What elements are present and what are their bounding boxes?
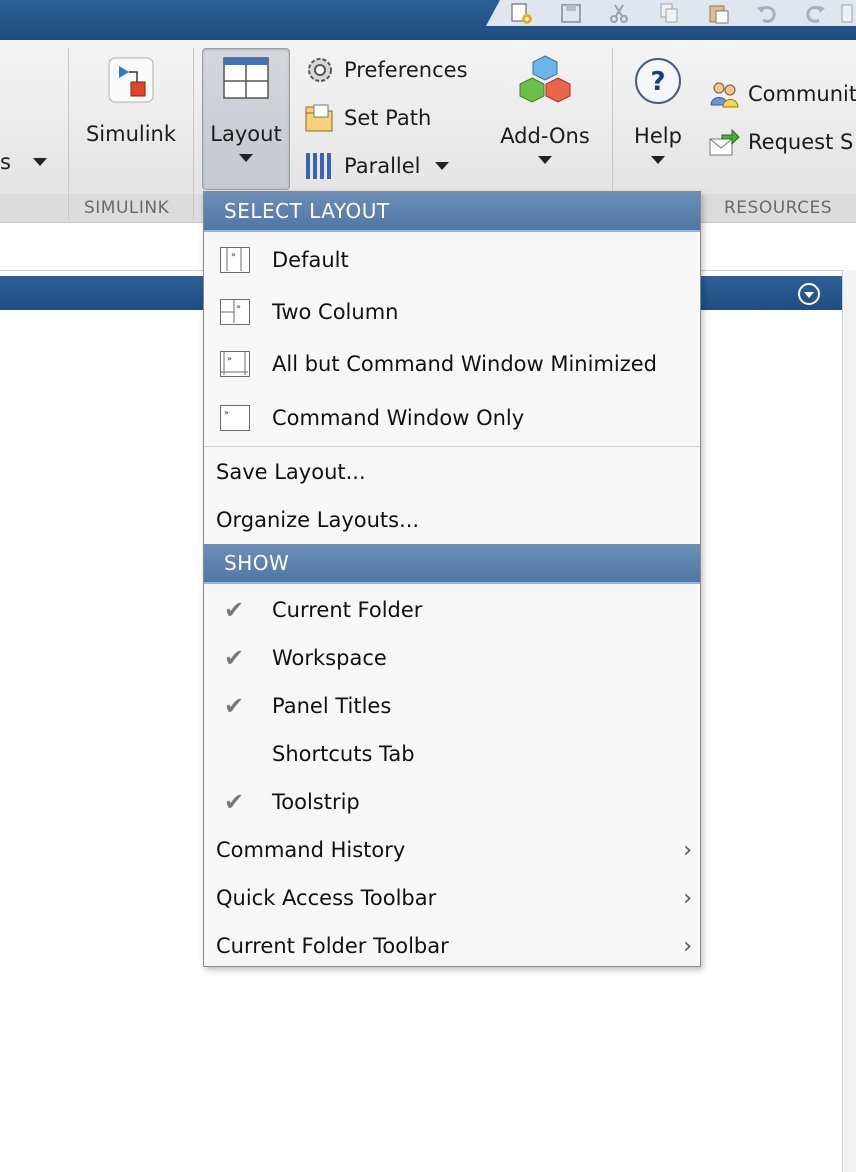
chevron-down-icon bbox=[651, 156, 665, 164]
simulink-icon bbox=[108, 57, 154, 103]
request-support-icon bbox=[708, 126, 740, 158]
submenu-label: Current Folder Toolbar bbox=[216, 934, 449, 958]
svg-text:?: ? bbox=[650, 67, 665, 97]
layout-option-default[interactable]: » Default bbox=[204, 236, 700, 284]
svg-text:»: » bbox=[224, 408, 229, 417]
svg-text:»: » bbox=[227, 354, 232, 363]
svg-text:»: » bbox=[236, 302, 241, 311]
help-icon: ? bbox=[635, 58, 681, 104]
chevron-right-icon: › bbox=[683, 837, 692, 863]
layout-option-label: Default bbox=[272, 248, 349, 272]
separator bbox=[193, 48, 194, 220]
current-folder-toolbar-submenu[interactable]: Current Folder Toolbar › bbox=[204, 922, 700, 970]
show-item-label: Current Folder bbox=[272, 598, 423, 622]
layout-option-label: All but Command Window Minimized bbox=[272, 352, 658, 376]
chevron-right-icon: › bbox=[683, 885, 692, 911]
community-button[interactable]: Communit bbox=[708, 78, 856, 110]
gear-icon bbox=[304, 54, 336, 86]
show-item-toolstrip[interactable]: ✔ Toolstrip bbox=[204, 778, 700, 826]
separator bbox=[68, 48, 69, 220]
switch-icon[interactable] bbox=[836, 1, 856, 25]
cut-icon[interactable] bbox=[606, 1, 632, 25]
add-ons-button[interactable]: Add-Ons bbox=[490, 54, 600, 164]
layout-two-column-icon: » bbox=[220, 299, 250, 325]
add-ons-icon bbox=[519, 55, 571, 103]
command-history-submenu[interactable]: Command History › bbox=[204, 826, 700, 874]
check-icon: ✔ bbox=[224, 788, 245, 816]
svg-text:»: » bbox=[231, 250, 236, 259]
show-item-label: Toolstrip bbox=[272, 790, 360, 814]
menu-divider bbox=[204, 446, 700, 447]
copy-icon[interactable] bbox=[656, 1, 682, 25]
community-label: Communit bbox=[748, 82, 856, 106]
redo-icon[interactable] bbox=[802, 1, 828, 25]
layout-button[interactable]: Layout bbox=[202, 56, 290, 162]
save-icon[interactable] bbox=[558, 1, 584, 25]
set-path-label: Set Path bbox=[344, 106, 432, 130]
layout-option-label: Two Column bbox=[272, 300, 399, 324]
resources-section-label: RESOURCES bbox=[724, 198, 833, 218]
chevron-down-icon bbox=[434, 162, 449, 170]
save-layout-item[interactable]: Save Layout... bbox=[204, 448, 700, 496]
layout-option-command-window-only[interactable]: » Command Window Only bbox=[204, 394, 700, 442]
chevron-down-icon bbox=[32, 158, 47, 166]
simulink-section-label: SIMULINK bbox=[84, 198, 170, 218]
submenu-label: Quick Access Toolbar bbox=[216, 886, 437, 910]
save-layout-label: Save Layout... bbox=[216, 460, 366, 484]
show-item-shortcuts-tab[interactable]: Shortcuts Tab bbox=[204, 730, 700, 778]
partial-button-label: s bbox=[0, 150, 11, 174]
help-label: Help bbox=[634, 124, 682, 148]
help-button[interactable]: ? Help bbox=[624, 56, 692, 164]
quick-access-toolbar-submenu[interactable]: Quick Access Toolbar › bbox=[204, 874, 700, 922]
check-icon: ✔ bbox=[224, 644, 245, 672]
partial-dropdown-button[interactable]: s bbox=[0, 150, 47, 174]
show-item-label: Panel Titles bbox=[272, 694, 392, 718]
show-item-current-folder[interactable]: ✔ Current Folder bbox=[204, 586, 700, 634]
layout-option-two-column[interactable]: » Two Column bbox=[204, 288, 700, 336]
set-path-button[interactable]: Set Path bbox=[304, 102, 431, 134]
show-item-workspace[interactable]: ✔ Workspace bbox=[204, 634, 700, 682]
undo-icon[interactable] bbox=[754, 1, 780, 25]
chevron-right-icon: › bbox=[683, 933, 692, 959]
check-icon: ✔ bbox=[224, 692, 245, 720]
panel-menu-icon[interactable] bbox=[798, 283, 820, 305]
paste-icon[interactable] bbox=[706, 1, 732, 25]
layout-default-icon: » bbox=[220, 247, 250, 273]
folder-icon bbox=[304, 102, 336, 134]
simulink-button[interactable]: Simulink bbox=[80, 56, 182, 146]
layout-dropdown-menu: SELECT LAYOUT » Default » Two Column » A… bbox=[203, 191, 701, 967]
parallel-icon bbox=[304, 150, 336, 182]
chevron-down-icon bbox=[538, 156, 552, 164]
layout-label: Layout bbox=[210, 122, 282, 146]
request-support-button[interactable]: Request S bbox=[708, 126, 853, 158]
simulink-label: Simulink bbox=[85, 122, 177, 146]
parallel-button[interactable]: Parallel bbox=[304, 150, 449, 182]
organize-layouts-item[interactable]: Organize Layouts... bbox=[204, 496, 700, 544]
layout-minimized-icon: » bbox=[220, 351, 250, 377]
organize-layouts-label: Organize Layouts... bbox=[216, 508, 420, 532]
check-icon: ✔ bbox=[224, 596, 245, 624]
request-support-label: Request S bbox=[748, 130, 854, 154]
submenu-label: Command History bbox=[216, 838, 406, 862]
new-icon[interactable] bbox=[508, 1, 534, 25]
parallel-label: Parallel bbox=[344, 154, 421, 178]
show-item-label: Shortcuts Tab bbox=[272, 742, 415, 766]
add-ons-label: Add-Ons bbox=[500, 124, 590, 148]
select-layout-header: SELECT LAYOUT bbox=[204, 192, 700, 232]
quick-access-toolbar bbox=[486, 0, 856, 26]
layout-option-label: Command Window Only bbox=[272, 406, 525, 430]
layout-command-window-only-icon: » bbox=[220, 405, 250, 431]
layout-icon bbox=[223, 57, 269, 99]
preferences-label: Preferences bbox=[344, 58, 468, 82]
chevron-down-icon bbox=[239, 154, 253, 162]
show-item-panel-titles[interactable]: ✔ Panel Titles bbox=[204, 682, 700, 730]
layout-option-all-but-command-window-minimized[interactable]: » All but Command Window Minimized bbox=[204, 340, 700, 388]
right-scrollbar[interactable] bbox=[842, 270, 856, 1172]
community-icon bbox=[708, 78, 740, 110]
preferences-button[interactable]: Preferences bbox=[304, 54, 468, 86]
show-item-label: Workspace bbox=[272, 646, 387, 670]
show-header: SHOW bbox=[204, 544, 700, 584]
